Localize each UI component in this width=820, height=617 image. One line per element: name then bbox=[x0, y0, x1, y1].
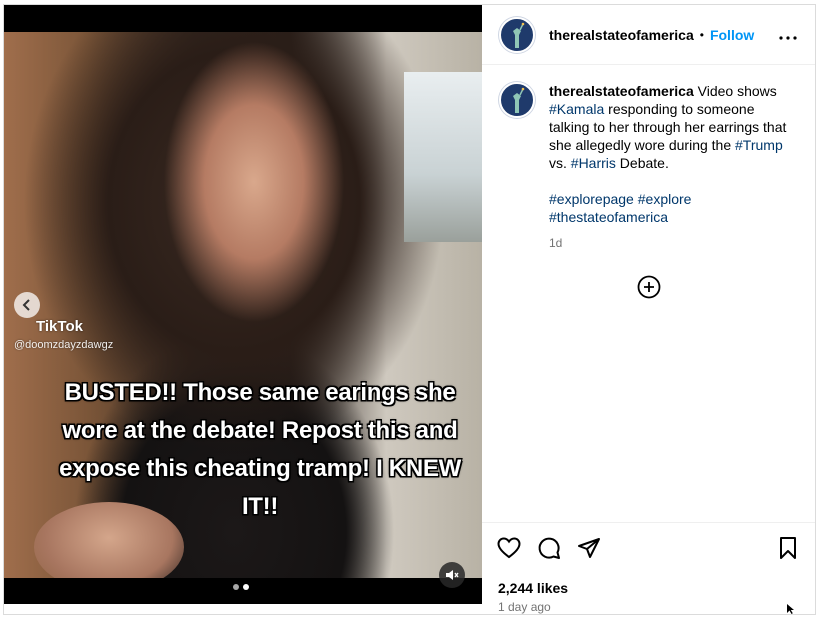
post-card: TikTok @doomzdayzdawgz BUSTED!! Those sa… bbox=[3, 4, 816, 615]
share-button[interactable] bbox=[576, 535, 602, 561]
caption-paragraph: therealstateofamerica Video shows #Kamal… bbox=[549, 82, 798, 172]
comment-icon bbox=[538, 537, 560, 559]
tiktok-brand: TikTok bbox=[36, 318, 83, 335]
bookmark-icon bbox=[780, 536, 796, 559]
caption-text: therealstateofamerica Video shows #Kamal… bbox=[549, 82, 798, 252]
caption-text-segment: Video shows bbox=[693, 83, 777, 99]
follow-button[interactable]: Follow bbox=[710, 27, 754, 43]
caption-avatar[interactable] bbox=[499, 82, 535, 118]
more-options-icon[interactable] bbox=[779, 23, 797, 46]
mouse-cursor-icon bbox=[787, 604, 794, 614]
caption-timestamp: 1d bbox=[549, 236, 563, 250]
comment-button[interactable] bbox=[536, 535, 562, 561]
heart-icon bbox=[497, 536, 521, 558]
chevron-left-icon bbox=[22, 299, 30, 311]
hashtag-kamala[interactable]: #Kamala bbox=[549, 101, 604, 117]
likes-count[interactable]: 2,244 likes bbox=[498, 580, 568, 596]
video-frame[interactable]: TikTok @doomzdayzdawgz BUSTED!! Those sa… bbox=[4, 32, 482, 578]
load-more-comments-button[interactable] bbox=[637, 275, 661, 299]
mute-button[interactable] bbox=[439, 562, 465, 588]
background-window bbox=[404, 72, 482, 242]
avatar[interactable] bbox=[499, 16, 535, 53]
video-caption-overlay: BUSTED!! Those same earings she wore at … bbox=[59, 379, 461, 520]
header-separator: • bbox=[699, 27, 704, 42]
post-header: therealstateofamerica • Follow bbox=[482, 5, 815, 65]
caption-hashtags: #explorepage #explore #thestateofamerica bbox=[549, 190, 798, 226]
caption-text-segment: Debate. bbox=[615, 155, 669, 171]
plus-circle-icon bbox=[637, 275, 661, 299]
hashtag-explore[interactable]: #explore bbox=[638, 191, 692, 207]
hashtag-trump[interactable]: #Trump bbox=[735, 137, 783, 153]
carousel-dot-active bbox=[243, 584, 249, 590]
caption-username[interactable]: therealstateofamerica bbox=[549, 83, 694, 99]
previous-slide-button[interactable] bbox=[14, 292, 40, 318]
header-username[interactable]: therealstateofamerica bbox=[549, 27, 694, 43]
save-button[interactable] bbox=[775, 535, 801, 561]
hashtag-thestateofamerica[interactable]: #thestateofamerica bbox=[549, 209, 668, 225]
action-bar bbox=[482, 522, 815, 572]
caption-comment: therealstateofamerica Video shows #Kamal… bbox=[482, 65, 815, 252]
hashtag-harris[interactable]: #Harris bbox=[571, 155, 616, 171]
hashtag-explorepage[interactable]: #explorepage bbox=[549, 191, 634, 207]
carousel-dot bbox=[233, 584, 239, 590]
carousel-indicator bbox=[233, 584, 249, 590]
tiktok-handle: @doomzdayzdawgz bbox=[14, 339, 114, 351]
muted-speaker-icon bbox=[446, 570, 459, 580]
like-button[interactable] bbox=[496, 535, 522, 561]
post-date[interactable]: 1 day ago bbox=[498, 600, 551, 614]
share-icon bbox=[578, 537, 600, 558]
post-sidebar: therealstateofamerica • Follow therealst… bbox=[482, 5, 815, 614]
statue-of-liberty-logo bbox=[503, 86, 531, 114]
statue-of-liberty-logo bbox=[503, 20, 531, 49]
post-media[interactable]: TikTok @doomzdayzdawgz BUSTED!! Those sa… bbox=[4, 5, 482, 604]
caption-text-segment: vs. bbox=[549, 155, 571, 171]
tiktok-watermark: TikTok @doomzdayzdawgz bbox=[14, 318, 113, 351]
